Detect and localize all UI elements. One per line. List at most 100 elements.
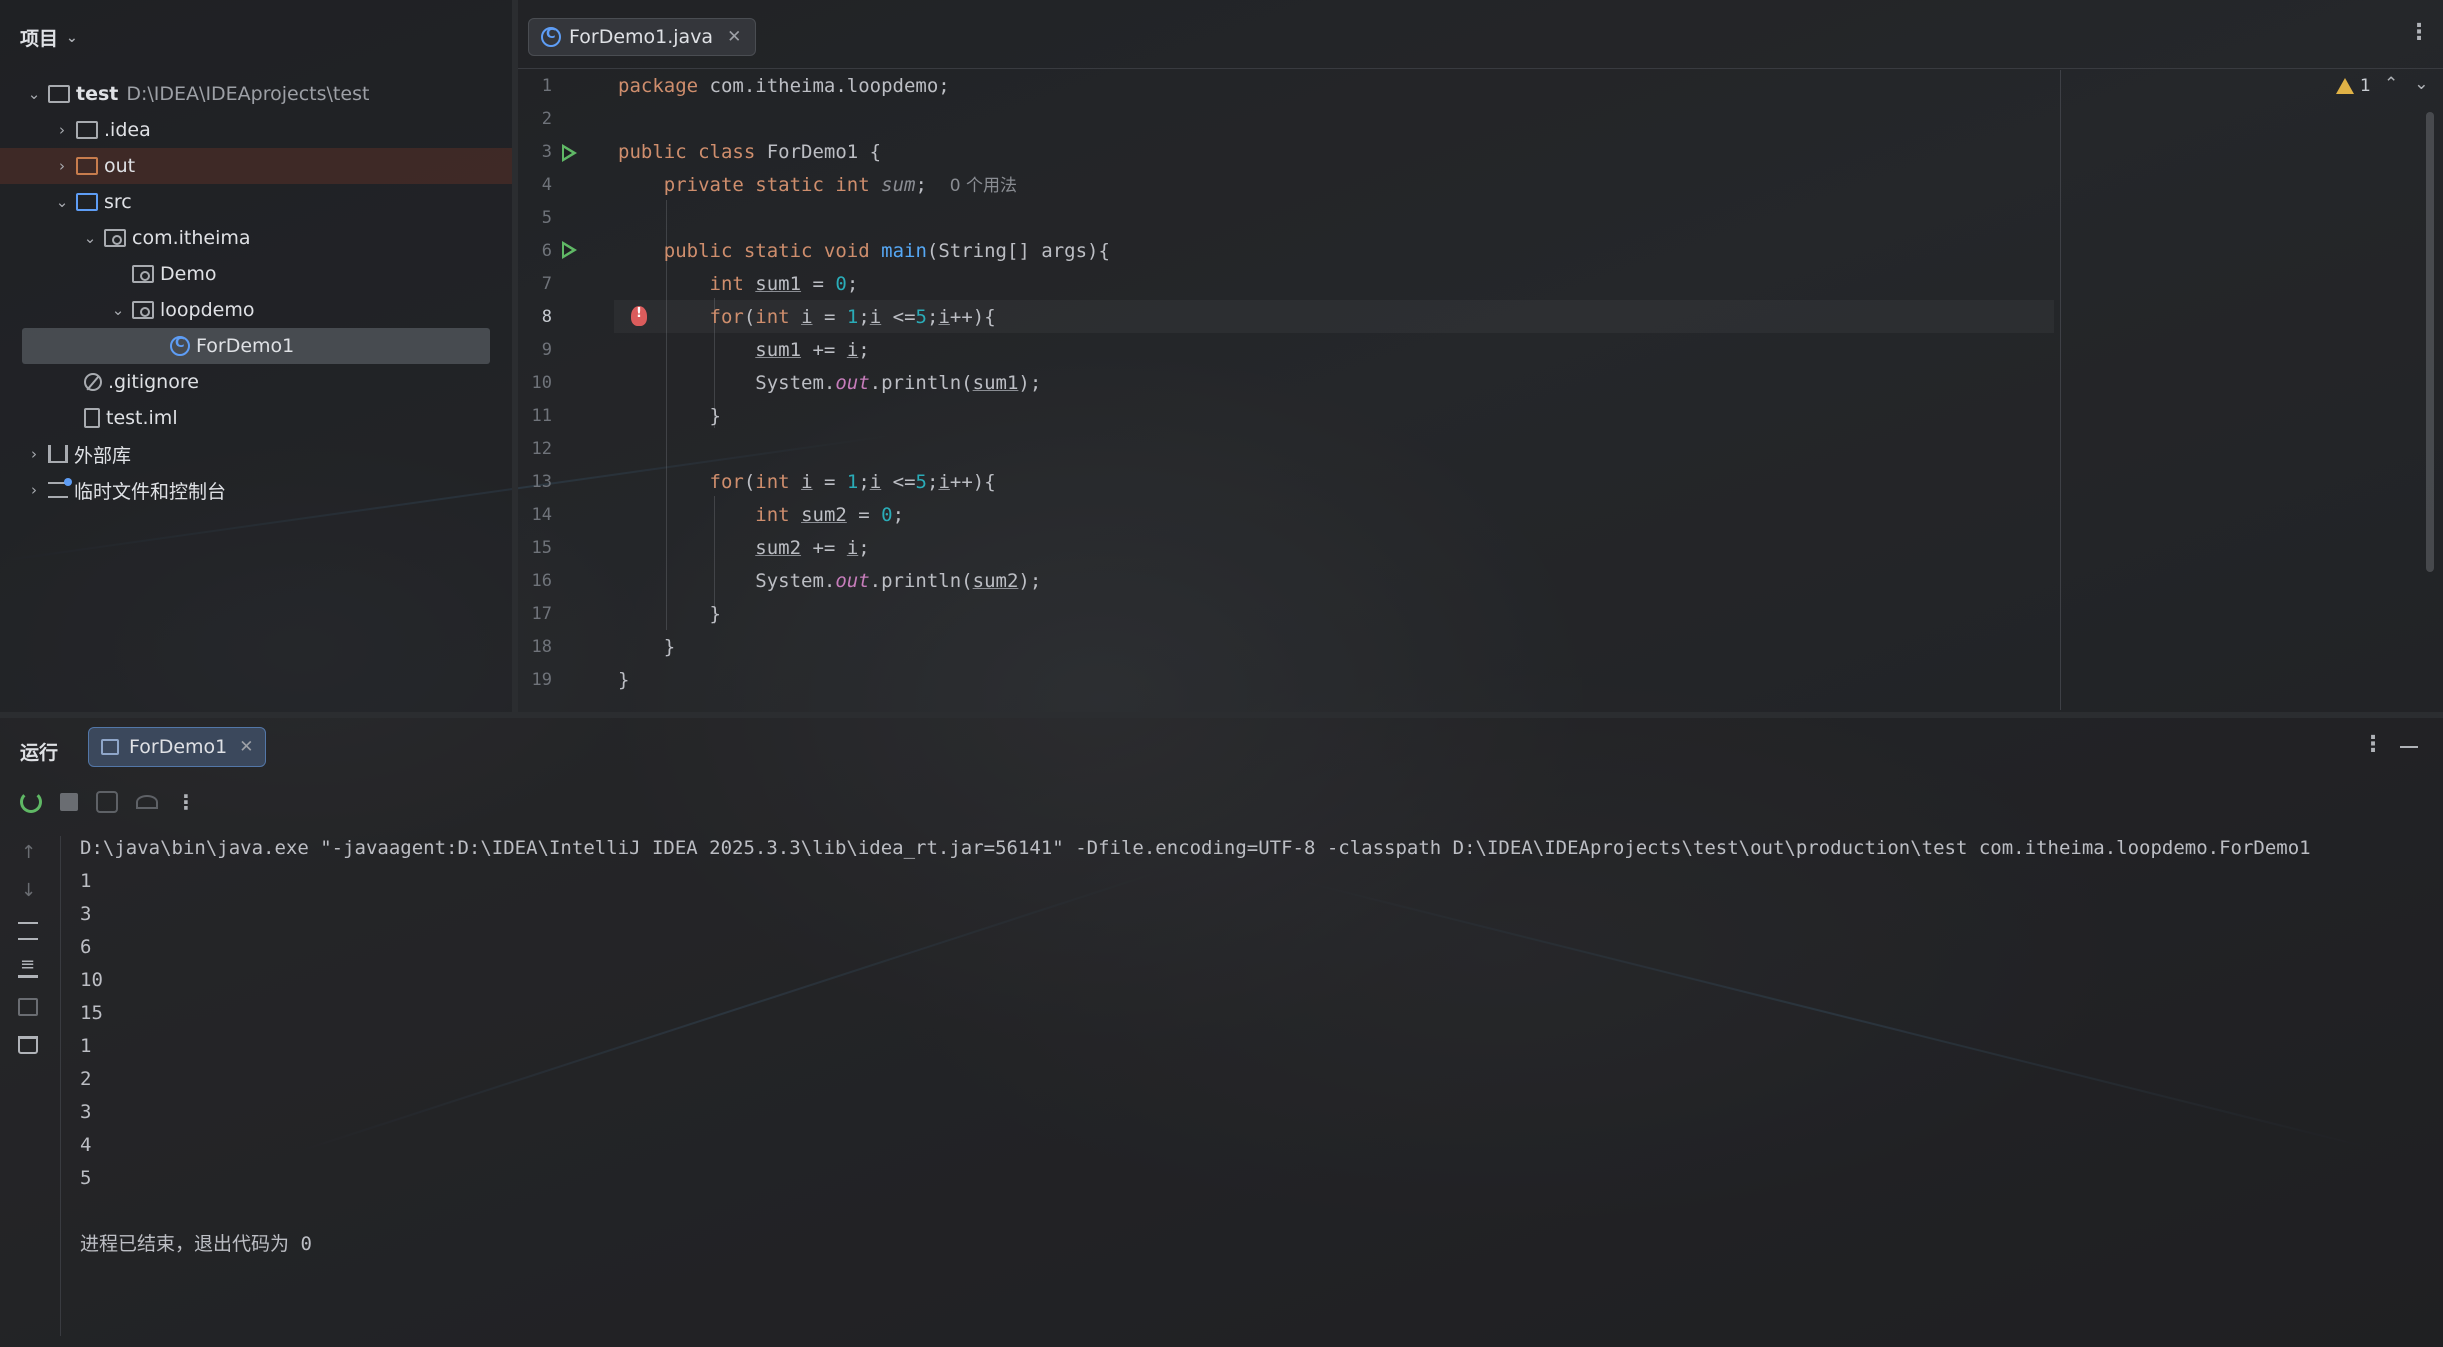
editor-scrollbar[interactable] bbox=[2426, 112, 2434, 572]
chevron-right-icon[interactable]: › bbox=[24, 481, 44, 499]
tree-item-loopdemo[interactable]: ⌄ loopdemo bbox=[0, 292, 512, 328]
chevron-right-icon[interactable]: › bbox=[52, 121, 72, 139]
trash-icon[interactable] bbox=[18, 1036, 38, 1054]
console-output-line: 1 bbox=[80, 870, 92, 892]
problem-navigation[interactable]: ⌃⌄ bbox=[2384, 74, 2443, 94]
code-line: } bbox=[618, 636, 676, 658]
editor-tab-fordemo1[interactable]: ForDemo1.java ✕ bbox=[528, 18, 757, 56]
tree-item-com-itheima[interactable]: ⌄ com.itheima bbox=[0, 220, 512, 256]
line-number: 8 bbox=[541, 307, 552, 327]
tree-item-out[interactable]: › out bbox=[0, 148, 512, 184]
more-options-icon[interactable]: ⋮ bbox=[2362, 732, 2384, 757]
package-icon bbox=[132, 265, 154, 283]
chevron-up-icon[interactable]: ⌃ bbox=[2384, 74, 2414, 94]
chevron-down-icon[interactable]: ⌄ bbox=[80, 229, 100, 247]
tree-item-demo[interactable]: Demo bbox=[0, 256, 512, 292]
chevron-right-icon[interactable]: › bbox=[52, 157, 72, 175]
tree-item-test-iml[interactable]: test.iml bbox=[0, 400, 512, 436]
rerun-icon[interactable] bbox=[20, 791, 42, 813]
tree-item-label: .idea bbox=[104, 119, 151, 141]
chevron-down-icon[interactable]: ⌄ bbox=[2414, 74, 2443, 94]
code-line: } bbox=[618, 603, 721, 625]
line-number: 10 bbox=[531, 373, 552, 393]
ignore-file-icon bbox=[84, 373, 102, 391]
tree-item-label: ForDemo1 bbox=[196, 335, 295, 357]
run-tab-label: ForDemo1 bbox=[129, 736, 228, 758]
code-line: int sum1 = 0; bbox=[709, 273, 859, 295]
camera-icon[interactable] bbox=[96, 791, 118, 813]
more-options-icon[interactable]: ⋮ bbox=[2408, 20, 2430, 45]
line-number: 4 bbox=[541, 175, 552, 195]
java-class-icon bbox=[170, 336, 190, 356]
code-line: private static int sum; 0 个用法 bbox=[663, 174, 1018, 196]
stop-icon[interactable] bbox=[60, 793, 78, 811]
line-number: 12 bbox=[531, 439, 552, 459]
horizontal-splitter[interactable] bbox=[0, 712, 2443, 718]
line-number: 3 bbox=[541, 142, 552, 162]
code-line: int sum2 = 0; bbox=[755, 504, 905, 526]
code-line: } bbox=[618, 405, 721, 427]
tree-item-label: 外部库 bbox=[74, 444, 132, 467]
scroll-to-end-icon[interactable] bbox=[18, 954, 38, 978]
console-output-line: 15 bbox=[80, 1002, 103, 1024]
run-class-icon[interactable] bbox=[562, 144, 577, 162]
run-main-icon[interactable] bbox=[562, 241, 577, 259]
inspection-widget[interactable]: 1 bbox=[2336, 76, 2371, 96]
console-output-line: 3 bbox=[80, 903, 92, 925]
editor-tab-label: ForDemo1.java bbox=[569, 26, 714, 48]
run-panel-title: 运行 bbox=[20, 742, 59, 764]
console-output-line: 2 bbox=[80, 1068, 92, 1090]
line-number: 17 bbox=[531, 604, 552, 624]
chevron-down-icon[interactable]: ⌄ bbox=[24, 85, 44, 103]
module-folder-icon bbox=[48, 85, 70, 103]
soft-wrap-icon[interactable] bbox=[18, 922, 38, 940]
print-icon[interactable] bbox=[18, 998, 38, 1016]
line-number: 13 bbox=[531, 472, 552, 492]
line-number: 1 bbox=[541, 76, 552, 96]
console-output-line: 5 bbox=[80, 1167, 92, 1189]
more-options-icon[interactable]: ⋮ bbox=[176, 790, 196, 814]
line-number: 18 bbox=[531, 637, 552, 657]
console-icon bbox=[101, 739, 119, 755]
minimize-icon[interactable] bbox=[2400, 746, 2418, 748]
console-output-line: 4 bbox=[80, 1134, 92, 1156]
tree-item-external-libraries[interactable]: › 外部库 bbox=[0, 436, 512, 472]
java-class-icon bbox=[541, 27, 561, 47]
run-tab-fordemo1[interactable]: ForDemo1 ✕ bbox=[88, 727, 267, 767]
tree-item-idea[interactable]: › .idea bbox=[0, 112, 512, 148]
project-tree: ⌄ test D:\IDEA\IDEAprojects\test › .idea… bbox=[0, 76, 512, 508]
arrow-down-icon[interactable] bbox=[18, 880, 38, 902]
library-icon bbox=[48, 445, 68, 463]
project-view-selector[interactable]: 项目 ⌄ bbox=[20, 24, 78, 51]
tree-item-label: 临时文件和控制台 bbox=[74, 480, 227, 503]
profiler-icon[interactable] bbox=[136, 795, 158, 809]
line-number: 7 bbox=[541, 274, 552, 294]
tree-item-test[interactable]: ⌄ test D:\IDEA\IDEAprojects\test bbox=[0, 76, 512, 112]
chevron-right-icon[interactable]: › bbox=[24, 445, 44, 463]
chevron-down-icon: ⌄ bbox=[66, 29, 78, 46]
scratches-icon bbox=[48, 478, 72, 498]
tree-item-path: D:\IDEA\IDEAprojects\test bbox=[126, 83, 370, 105]
close-icon[interactable]: ✕ bbox=[239, 737, 253, 757]
tree-item-scratches[interactable]: › 临时文件和控制台 bbox=[0, 472, 512, 508]
console-output[interactable]: D:\java\bin\java.exe "-javaagent:D:\IDEA… bbox=[80, 832, 2311, 1261]
usage-inlay-hint[interactable]: 0 个用法 bbox=[950, 176, 1017, 196]
code-line: package com.itheima.loopdemo; bbox=[618, 75, 950, 97]
console-output-line: 6 bbox=[80, 936, 92, 958]
line-number: 6 bbox=[541, 241, 552, 261]
close-icon[interactable]: ✕ bbox=[727, 27, 741, 47]
tree-item-label: test.iml bbox=[106, 407, 178, 429]
arrow-up-icon[interactable] bbox=[18, 842, 38, 864]
code-line: System.out.println(sum2); bbox=[618, 570, 1042, 592]
chevron-down-icon[interactable]: ⌄ bbox=[108, 301, 128, 319]
code-line: public static void main(String[] args){ bbox=[663, 240, 1110, 262]
tree-item-gitignore[interactable]: .gitignore bbox=[0, 364, 512, 400]
tree-item-label: src bbox=[104, 191, 132, 213]
project-title: 项目 bbox=[20, 28, 59, 50]
tree-item-fordemo1[interactable]: ForDemo1 bbox=[22, 328, 490, 364]
tree-item-label: test bbox=[76, 83, 119, 105]
code-line: public class ForDemo1 { bbox=[618, 141, 882, 163]
code-line: for(int i = 1;i <=5;i++){ bbox=[709, 471, 996, 493]
tree-item-src[interactable]: ⌄ src bbox=[0, 184, 512, 220]
chevron-down-icon[interactable]: ⌄ bbox=[52, 193, 72, 211]
